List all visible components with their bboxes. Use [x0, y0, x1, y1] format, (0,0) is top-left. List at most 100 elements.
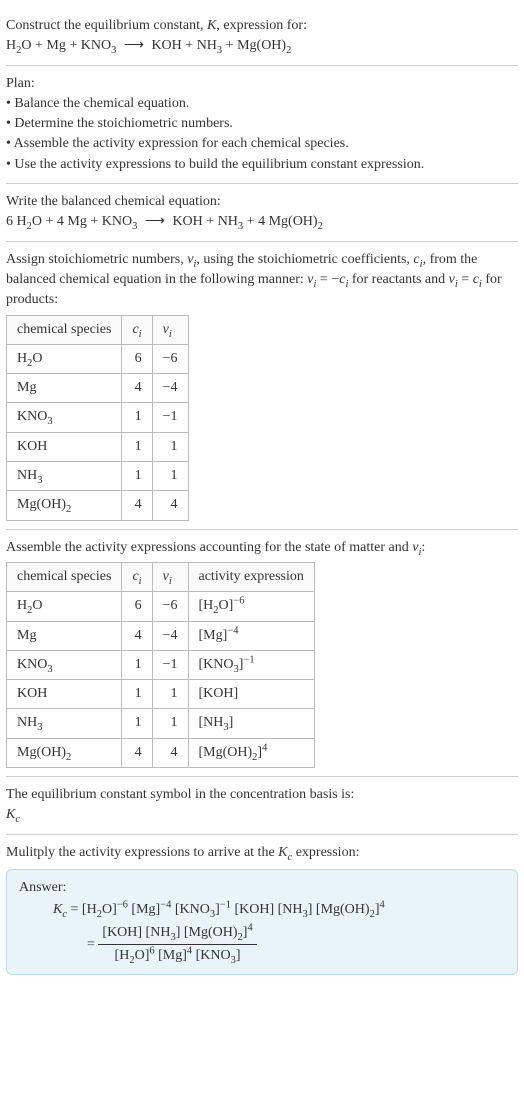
cell-species: Mg(OH)2: [7, 491, 122, 520]
product-mgoh2: Mg(OH)2: [237, 38, 291, 53]
cell-ci: 6: [122, 592, 152, 621]
answer-title: Answer:: [19, 878, 505, 898]
kc-symbol-section: The equilibrium constant symbol in the c…: [6, 777, 518, 835]
col-nui: νi: [152, 562, 188, 591]
kc-text: The equilibrium constant symbol in the c…: [6, 785, 518, 805]
cell-nui: −6: [152, 592, 188, 621]
cell-species: KOH: [7, 432, 122, 461]
unbalanced-equation: H2O + Mg + KNO3 ⟶ KOH + NH3 + Mg(OH)2: [6, 36, 518, 56]
plan-section: Plan: • Balance the chemical equation. •…: [6, 66, 518, 184]
table-header-row: chemical species ci νi activity expressi…: [7, 562, 315, 591]
reactant-h2o: H2O: [6, 38, 32, 53]
cell-nui: 1: [152, 462, 188, 491]
cell-nui: −4: [152, 374, 188, 403]
cell-species: KNO3: [7, 650, 122, 679]
cell-nui: −1: [152, 403, 188, 432]
cell-nui: −1: [152, 650, 188, 679]
col-species: chemical species: [7, 315, 122, 344]
table-row: H2O6−6: [7, 344, 189, 373]
plan-title: Plan:: [6, 74, 518, 94]
cell-nui: 1: [152, 432, 188, 461]
balanced-title: Write the balanced chemical equation:: [6, 192, 518, 212]
cell-nui: −6: [152, 344, 188, 373]
activity-table: chemical species ci νi activity expressi…: [6, 562, 315, 768]
cell-ci: 1: [122, 462, 152, 491]
prompt-suffix: , expression for:: [216, 18, 307, 33]
col-ci: ci: [122, 315, 152, 344]
cell-activity: [Mg]−4: [188, 621, 314, 650]
balanced-section: Write the balanced chemical equation: 6 …: [6, 184, 518, 242]
table-row: KNO31−1[KNO3]−1: [7, 650, 315, 679]
arrow-icon: ⟶: [141, 214, 169, 229]
prompt-section: Construct the equilibrium constant, K, e…: [6, 8, 518, 66]
cell-species: H2O: [7, 592, 122, 621]
answer-box: Answer: Kc = [H2O]−6 [Mg]−4 [KNO3]−1 [KO…: [6, 869, 518, 975]
cell-nui: 1: [152, 709, 188, 738]
table-header-row: chemical species ci νi: [7, 315, 189, 344]
cell-activity: [KOH]: [188, 680, 314, 709]
k-symbol: K: [207, 18, 216, 33]
table-row: Mg4−4[Mg]−4: [7, 621, 315, 650]
cell-nui: 1: [152, 680, 188, 709]
table-row: NH311[NH3]: [7, 709, 315, 738]
cell-ci: 1: [122, 432, 152, 461]
product-koh: KOH: [151, 38, 181, 53]
cell-ci: 1: [122, 650, 152, 679]
cell-ci: 1: [122, 403, 152, 432]
cell-nui: 4: [152, 491, 188, 520]
table-row: KOH11: [7, 432, 189, 461]
cell-ci: 4: [122, 374, 152, 403]
table-row: Mg(OH)244: [7, 491, 189, 520]
cell-ci: 1: [122, 709, 152, 738]
reactant-mg: Mg: [46, 38, 65, 53]
plan-bullet: • Balance the chemical equation.: [6, 94, 518, 114]
cell-species: KOH: [7, 680, 122, 709]
cell-species: NH3: [7, 462, 122, 491]
cell-activity: [H2O]−6: [188, 592, 314, 621]
col-activity: activity expression: [188, 562, 314, 591]
plan-bullet: • Determine the stoichiometric numbers.: [6, 114, 518, 134]
cell-activity: [KNO3]−1: [188, 650, 314, 679]
col-species: chemical species: [7, 562, 122, 591]
cell-nui: −4: [152, 621, 188, 650]
cell-ci: 4: [122, 621, 152, 650]
multiply-text: Mulitply the activity expressions to arr…: [6, 843, 518, 863]
cell-species: Mg: [7, 374, 122, 403]
table-row: Mg4−4: [7, 374, 189, 403]
product-nh3: NH3: [197, 38, 222, 53]
answer-expression: Kc = [H2O]−6 [Mg]−4 [KNO3]−1 [KOH] [NH3]…: [19, 900, 505, 966]
cell-activity: [NH3]: [188, 709, 314, 738]
multiply-section: Mulitply the activity expressions to arr…: [6, 835, 518, 983]
cell-species: KNO3: [7, 403, 122, 432]
prompt-line: Construct the equilibrium constant, K, e…: [6, 16, 518, 36]
fraction-numerator: [KOH] [NH3] [Mg(OH)2]4: [98, 923, 256, 945]
arrow-icon: ⟶: [120, 38, 148, 53]
cell-activity: [Mg(OH)2]4: [188, 738, 314, 767]
table-row: KNO31−1: [7, 403, 189, 432]
balanced-equation: 6 H2O + 4 Mg + KNO3 ⟶ KOH + NH3 + 4 Mg(O…: [6, 212, 518, 232]
cell-ci: 1: [122, 680, 152, 709]
reactant-kno3: KNO3: [81, 38, 117, 53]
plan-bullet: • Use the activity expressions to build …: [6, 155, 518, 175]
cell-ci: 4: [122, 738, 152, 767]
cell-species: Mg: [7, 621, 122, 650]
assemble-section: Assemble the activity expressions accoun…: [6, 530, 518, 777]
kc-symbol: Kc: [6, 805, 518, 825]
table-row: H2O6−6[H2O]−6: [7, 592, 315, 621]
assemble-text: Assemble the activity expressions accoun…: [6, 538, 518, 558]
fraction: [KOH] [NH3] [Mg(OH)2]4 [H2O]6 [Mg]4 [KNO…: [98, 923, 256, 967]
answer-product-line: [H2O]−6 [Mg]−4 [KNO3]−1 [KOH] [NH3] [Mg(…: [82, 902, 385, 917]
answer-fraction-line: = [KOH] [NH3] [Mg(OH)2]4 [H2O]6 [Mg]4 [K…: [53, 923, 505, 967]
fraction-denominator: [H2O]6 [Mg]4 [KNO3]: [98, 945, 256, 966]
cell-species: H2O: [7, 344, 122, 373]
table-row: NH311: [7, 462, 189, 491]
stoich-table: chemical species ci νi H2O6−6Mg4−4KNO31−…: [6, 315, 189, 521]
cell-species: NH3: [7, 709, 122, 738]
table-row: Mg(OH)244[Mg(OH)2]4: [7, 738, 315, 767]
assign-text: Assign stoichiometric numbers, νi, using…: [6, 250, 518, 311]
cell-nui: 4: [152, 738, 188, 767]
cell-ci: 6: [122, 344, 152, 373]
col-nui: νi: [152, 315, 188, 344]
col-ci: ci: [122, 562, 152, 591]
cell-species: Mg(OH)2: [7, 738, 122, 767]
